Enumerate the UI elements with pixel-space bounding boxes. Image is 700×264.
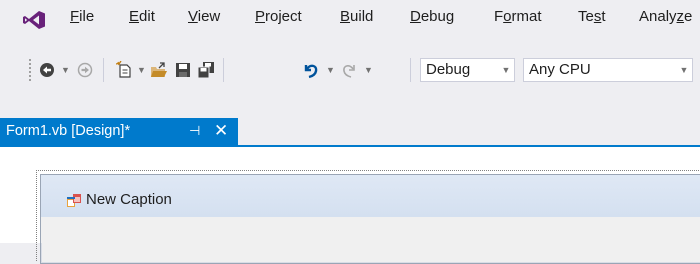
undo-icon[interactable] bbox=[302, 61, 320, 79]
menu-format[interactable]: Format bbox=[494, 8, 542, 25]
form-caption: New Caption bbox=[86, 191, 172, 208]
toolbar-separator bbox=[223, 58, 224, 82]
back-dropdown-icon[interactable]: ▼ bbox=[61, 65, 70, 75]
toolbar-separator bbox=[410, 58, 411, 82]
menu-project[interactable]: Project bbox=[255, 8, 302, 25]
menu-view[interactable]: View bbox=[188, 8, 220, 25]
solution-platform-combo[interactable]: Any CPU ▼ bbox=[523, 58, 693, 82]
form-icon bbox=[67, 194, 81, 207]
tab-title: Form1.vb [Design]* bbox=[6, 123, 131, 139]
save-all-icon[interactable] bbox=[197, 61, 215, 79]
open-file-icon[interactable] bbox=[150, 61, 168, 79]
form-client-area[interactable] bbox=[41, 217, 700, 243]
solution-configuration-combo[interactable]: Debug ▼ bbox=[420, 58, 515, 82]
menu-bar: File Edit View Project Build Debug Forma… bbox=[0, 0, 700, 34]
menu-debug[interactable]: Debug bbox=[410, 8, 454, 25]
pin-icon[interactable]: ⊣ bbox=[189, 123, 200, 139]
menu-edit[interactable]: Edit bbox=[129, 8, 155, 25]
menu-file[interactable]: File bbox=[70, 8, 94, 25]
menu-build[interactable]: Build bbox=[340, 8, 373, 25]
undo-dropdown-icon[interactable]: ▼ bbox=[326, 65, 335, 75]
chevron-down-icon[interactable]: ▼ bbox=[498, 59, 514, 81]
new-project-icon[interactable] bbox=[116, 61, 134, 79]
tab-form1-design[interactable]: Form1.vb [Design]* ⊣ ✕ bbox=[0, 118, 238, 145]
solution-platform-value: Any CPU bbox=[529, 61, 591, 78]
solution-configuration-value: Debug bbox=[426, 61, 471, 78]
menu-analyze[interactable]: Analyze bbox=[639, 8, 692, 25]
toolbar-separator bbox=[103, 58, 104, 82]
toolbar-grip[interactable] bbox=[28, 58, 32, 82]
menu-test[interactable]: Test bbox=[578, 8, 606, 25]
forward-icon[interactable] bbox=[76, 61, 94, 79]
back-icon[interactable] bbox=[38, 61, 56, 79]
redo-icon[interactable] bbox=[340, 61, 358, 79]
save-icon[interactable] bbox=[174, 61, 192, 79]
close-icon[interactable]: ✕ bbox=[214, 121, 228, 141]
chevron-down-icon[interactable]: ▼ bbox=[676, 59, 692, 81]
visual-studio-logo-icon[interactable] bbox=[22, 10, 46, 30]
redo-dropdown-icon[interactable]: ▼ bbox=[364, 65, 373, 75]
new-project-dropdown-icon[interactable]: ▼ bbox=[137, 65, 146, 75]
